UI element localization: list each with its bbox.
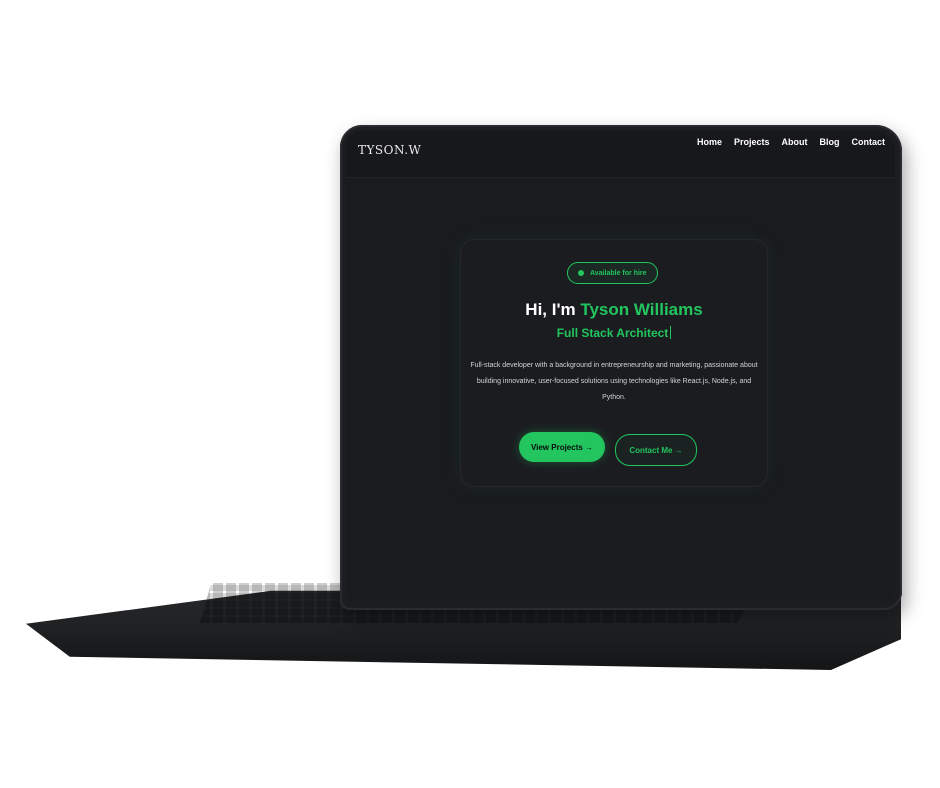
nav-blog[interactable]: Blog bbox=[820, 137, 840, 147]
site-logo[interactable]: TYSON.W bbox=[358, 143, 421, 157]
view-projects-button[interactable]: View Projects → bbox=[519, 432, 605, 462]
website-screen: TYSON.W Home Projects About Blog Contact… bbox=[346, 131, 895, 601]
hero-card: Available for hire Hi, I'm Tyson William… bbox=[460, 239, 768, 487]
nav-contact[interactable]: Contact bbox=[852, 137, 886, 147]
role-text: Full Stack Architect bbox=[556, 326, 669, 340]
contact-me-button[interactable]: Contact Me → bbox=[615, 434, 697, 466]
nav-projects[interactable]: Projects bbox=[734, 137, 770, 147]
typing-cursor-icon bbox=[670, 326, 672, 339]
availability-badge: Available for hire bbox=[567, 262, 658, 284]
hero-role: Full Stack Architect bbox=[461, 326, 767, 340]
hero-headline: Hi, I'm Tyson Williams bbox=[461, 300, 767, 320]
hero-name: Tyson Williams bbox=[580, 300, 703, 319]
navbar: TYSON.W Home Projects About Blog Contact bbox=[346, 131, 895, 178]
nav-links: Home Projects About Blog Contact bbox=[697, 137, 885, 147]
laptop-mockup: TYSON.W Home Projects About Blog Contact… bbox=[0, 0, 940, 788]
greeting-text: Hi, I'm bbox=[525, 300, 576, 319]
availability-text: Available for hire bbox=[590, 269, 647, 277]
nav-about[interactable]: About bbox=[782, 137, 808, 147]
nav-home[interactable]: Home bbox=[697, 137, 722, 147]
hero-description: Full-stack developer with a background i… bbox=[470, 362, 758, 401]
status-dot-icon bbox=[578, 270, 584, 276]
